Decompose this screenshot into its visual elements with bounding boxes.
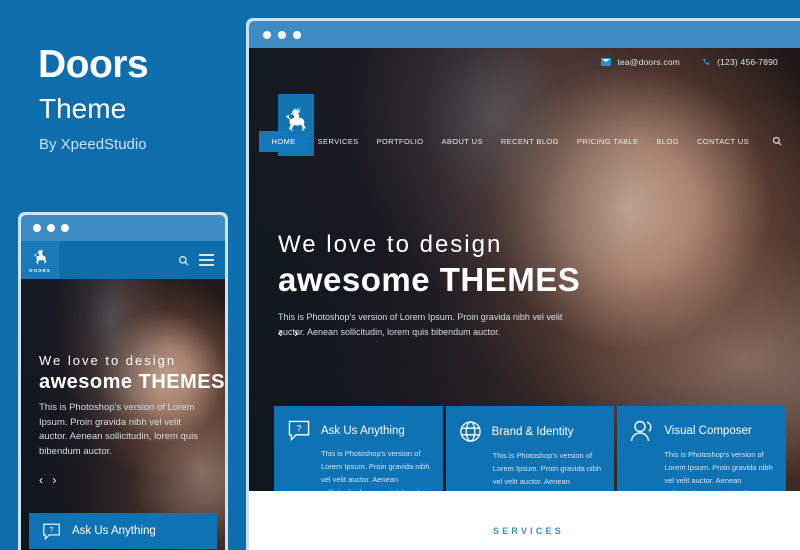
contact-topbar: tea@doors.com (123) 456-7890 [249,48,800,76]
phone-icon [702,58,711,67]
hero-headline: awesome THEMES [39,371,225,393]
svg-text:?: ? [50,526,54,533]
feature-card-header: Visual Composer [630,420,773,442]
mobile-hero-text: We love to design awesome THEMES This is… [39,353,225,460]
feature-card[interactable]: ? Ask Us Anything [29,513,217,549]
feature-card-title: Visual Composer [664,425,752,437]
question-bubble-icon: ? [42,523,61,540]
search-icon[interactable] [758,136,792,146]
window-dot-minimize-icon[interactable] [47,224,55,232]
mobile-logo-word: DOORS [29,267,51,273]
window-dot-close-icon[interactable] [33,224,41,232]
services-section: SERVICES [249,491,800,550]
mobile-site-header: DOORS [21,241,225,279]
window-dot-maximize-icon[interactable] [293,30,301,39]
mobile-screen: DOORS We love to design awesome THEMES T… [21,241,225,550]
deer-icon [33,248,48,266]
hamburger-icon[interactable] [199,254,214,266]
slider-next-icon[interactable]: › [52,473,59,487]
hero-kicker: We love to design [39,353,177,368]
feature-card-body: This is Photoshop's version of Lorem Ips… [664,450,773,491]
envelope-icon [601,58,612,66]
slider-prev-icon[interactable]: ‹ [39,473,46,487]
topbar-phone-text: (123) 456-7890 [717,57,778,67]
nav-item-about-us[interactable]: ABOUT US [432,132,491,151]
feature-card-body: This is Photoshop's version of Lorem Ips… [492,451,602,491]
hero-kicker: We love to design [278,231,503,258]
mobile-logo[interactable]: DOORS [21,241,59,279]
services-label: SERVICES [493,526,564,536]
mobile-slider-arrows: ‹ › [39,473,59,487]
hero-paragraph: This is Photoshop's version of Lorem Ips… [39,402,198,458]
mobile-header-icons [178,254,225,266]
nav-item-blog[interactable]: BLOG [647,132,687,151]
feature-card-brand-identity[interactable]: Brand & Identity This is Photoshop's ver… [445,406,615,491]
svg-text:?: ? [296,423,301,433]
feature-card-title: Ask Us Anything [72,525,156,537]
slider-arrows: ‹ › [278,325,302,340]
hero-paragraph: This is Photoshop's version of Lorem Ips… [278,312,563,337]
slider-next-icon[interactable]: › [294,325,302,340]
desktop-preview-mockup: tea@doors.com (123) 456-7890 HOME SERVIC… [246,18,800,550]
slider-prev-icon[interactable]: ‹ [278,325,286,340]
main-navigation: HOME SERVICES PORTFOLIO ABOUT US RECENT … [249,130,800,152]
promo-author: By XpeedStudio [39,136,147,153]
desktop-screen: tea@doors.com (123) 456-7890 HOME SERVIC… [249,48,800,550]
topbar-email[interactable]: tea@doors.com [601,57,680,67]
nav-item-portfolio[interactable]: PORTFOLIO [368,132,433,151]
nav-item-home[interactable]: HOME [258,130,309,152]
topbar-phone[interactable]: (123) 456-7890 [702,57,778,67]
nav-item-contact-us[interactable]: CONTACT US [688,132,758,151]
hero-slider: tea@doors.com (123) 456-7890 HOME SERVIC… [249,48,800,491]
feature-card-header: Brand & Identity [459,420,602,443]
user-icon [630,420,654,442]
window-dot-maximize-icon[interactable] [61,224,69,232]
mobile-browser-chrome [21,215,225,241]
nav-item-recent-blog[interactable]: RECENT BLOG [492,132,568,151]
page-title: Doors [38,43,149,86]
feature-card-title: Ask Us Anything [321,424,405,437]
feature-card-ask-us-anything[interactable]: ? Ask Us Anything This is Photoshop's ve… [274,406,443,491]
hero-text: We love to design awesome THEMES This is… [278,231,580,340]
search-icon[interactable] [178,255,189,266]
feature-card-visual-composer[interactable]: Visual Composer This is Photoshop's vers… [617,406,787,491]
promo-subtitle: Theme [39,93,127,124]
feature-cards: ? Ask Us Anything This is Photoshop's ve… [274,406,787,491]
feature-card-title: Brand & Identity [491,425,574,438]
topbar-email-text: tea@doors.com [617,57,681,67]
mobile-preview-mockup: DOORS We love to design awesome THEMES T… [18,212,228,550]
feature-card-body: This is Photoshop's version of Lorem Ips… [321,449,430,491]
hero-headline: awesome THEMES [278,261,581,298]
window-dot-minimize-icon[interactable] [278,30,286,39]
globe-icon [459,420,482,443]
mobile-feature-cards: ? Ask Us Anything Brand & Identity [29,513,217,550]
desktop-browser-chrome [249,21,800,48]
nav-item-services[interactable]: SERVICES [309,132,368,151]
question-bubble-icon: ? [287,420,311,441]
window-dot-close-icon[interactable] [263,30,271,39]
nav-item-pricing-table[interactable]: PRICING TABLE [568,132,648,151]
feature-card-header: ? Ask Us Anything [287,420,430,441]
